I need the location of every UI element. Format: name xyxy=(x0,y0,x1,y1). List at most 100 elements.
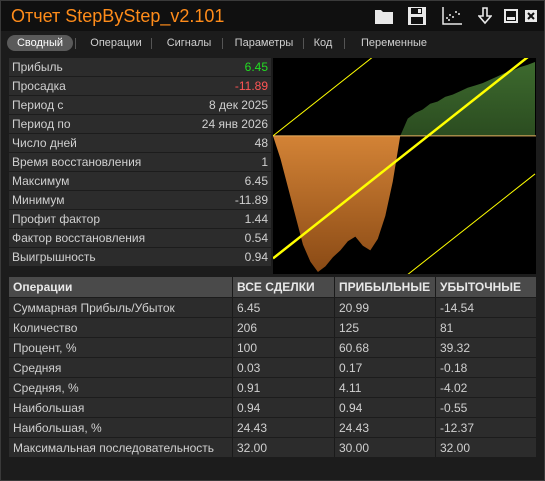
tab-divider xyxy=(222,38,223,49)
tab-code[interactable]: Код xyxy=(307,35,339,51)
cell-profitable: 60.68 xyxy=(339,340,370,355)
header-operations: Операции xyxy=(13,280,73,294)
report-window: Отчет StepByStep_v2.101 Сводный Операции… xyxy=(0,0,545,481)
stat-label: Период по xyxy=(12,117,71,131)
operations-table-header: Операции ВСЕ СДЕЛКИ ПРИБЫЛЬНЫЕ УБЫТОЧНЫЕ xyxy=(9,277,536,297)
cell-all: 100 xyxy=(237,340,258,355)
stat-row-win-rate: Выигрышность 0.94 xyxy=(9,248,271,266)
cell-losing: -12.37 xyxy=(440,420,475,435)
cell-all: 0.91 xyxy=(237,380,261,395)
cell-losing: 81 xyxy=(440,320,454,335)
table-row: Суммарная Прибыль/Убыток 6.45 20.99 -14.… xyxy=(9,298,536,317)
stat-value: 0.54 xyxy=(244,231,268,245)
stat-row-profit-factor: Профит фактор 1.44 xyxy=(9,210,271,228)
stat-label: Прибыль xyxy=(12,60,63,74)
stat-value: 24 янв 2026 xyxy=(201,117,268,131)
stat-row-drawdown: Просадка -11.89 xyxy=(9,77,271,95)
cell-all: 32.00 xyxy=(237,440,268,455)
cell-all: 0.94 xyxy=(237,400,261,415)
cell-profitable: 24.43 xyxy=(339,420,370,435)
cell-all: 6.45 xyxy=(237,300,261,315)
table-row: Максимальная последовательность 32.00 30… xyxy=(9,438,536,457)
chart-icon[interactable] xyxy=(441,5,463,27)
cell-losing: 32.00 xyxy=(440,440,471,455)
row-label: Средняя, % xyxy=(13,380,79,395)
cell-losing: 39.32 xyxy=(440,340,471,355)
download-icon[interactable] xyxy=(474,5,496,27)
tab-parameters[interactable]: Параметры xyxy=(225,35,303,51)
equity-chart xyxy=(272,0,536,382)
stat-label: Максимум xyxy=(12,174,70,188)
tab-divider xyxy=(151,38,152,49)
row-label: Наибольшая xyxy=(13,400,85,415)
tab-divider xyxy=(75,38,76,49)
cell-losing: -0.18 xyxy=(440,360,468,375)
cell-losing: -4.02 xyxy=(440,380,468,395)
stat-value: 1 xyxy=(261,155,268,169)
minimize-icon[interactable] xyxy=(500,5,522,27)
stat-row-recovery-factor: Фактор восстановления 0.54 xyxy=(9,229,271,247)
tab-operations[interactable]: Операции xyxy=(81,35,151,51)
stat-row-period-to: Период по 24 янв 2026 xyxy=(9,115,271,133)
cell-profitable: 30.00 xyxy=(339,440,370,455)
table-row: Средняя 0.03 0.17 -0.18 xyxy=(9,358,536,377)
table-row: Наибольшая, % 24.43 24.43 -12.37 xyxy=(9,418,536,437)
row-label: Средняя xyxy=(13,360,62,375)
stat-row-profit: Прибыль 6.45 xyxy=(9,58,271,76)
equity-chart-svg xyxy=(272,0,536,382)
header-profitable: ПРИБЫЛЬНЫЕ xyxy=(339,280,431,294)
stat-value: 1.44 xyxy=(244,212,268,226)
stat-value: -11.89 xyxy=(234,79,268,93)
tab-divider xyxy=(303,38,304,49)
table-row: Количество 206 125 81 xyxy=(9,318,536,337)
tab-divider xyxy=(344,38,345,49)
stat-row-days: Число дней 48 xyxy=(9,134,271,152)
tab-variables[interactable]: Переменные xyxy=(351,35,437,51)
stat-row-period-from: Период с 8 дек 2025 xyxy=(9,96,271,114)
cell-all: 206 xyxy=(237,320,258,335)
save-icon[interactable] xyxy=(406,5,428,27)
stat-label: Число дней xyxy=(12,136,77,150)
stat-value: 0.94 xyxy=(244,250,268,264)
cell-profitable: 0.17 xyxy=(339,360,363,375)
stat-label: Просадка xyxy=(12,79,66,93)
row-label: Количество xyxy=(13,320,78,335)
stat-label: Выигрышность xyxy=(12,250,96,264)
cell-profitable: 20.99 xyxy=(339,300,370,315)
stat-label: Профит фактор xyxy=(12,212,101,226)
stat-label: Период с xyxy=(12,98,64,112)
table-row: Средняя, % 0.91 4.11 -4.02 xyxy=(9,378,536,397)
profit-area xyxy=(400,62,535,136)
cell-profitable: 4.11 xyxy=(339,380,362,395)
loss-area xyxy=(273,135,401,272)
cell-all: 0.03 xyxy=(237,360,261,375)
stat-row-maximum: Максимум 6.45 xyxy=(9,172,271,190)
folder-icon[interactable] xyxy=(373,5,395,27)
stat-value: 6.45 xyxy=(244,174,268,188)
tab-summary[interactable]: Сводный xyxy=(7,35,73,51)
cell-all: 24.43 xyxy=(237,420,268,435)
row-label: Суммарная Прибыль/Убыток xyxy=(13,300,175,315)
cell-losing: -0.55 xyxy=(440,400,468,415)
window-title: Отчет StepByStep_v2.101 xyxy=(11,6,225,26)
cell-profitable: 125 xyxy=(339,320,360,335)
stat-row-minimum: Минимум -11.89 xyxy=(9,191,271,209)
cell-losing: -14.54 xyxy=(440,300,475,315)
tab-bar: Сводный Операции Сигналы Параметры Код П… xyxy=(1,31,544,55)
row-label: Максимальная последовательность xyxy=(13,440,215,455)
tab-signals[interactable]: Сигналы xyxy=(157,35,221,51)
stat-label: Минимум xyxy=(12,193,65,207)
header-all-trades: ВСЕ СДЕЛКИ xyxy=(237,280,315,294)
stat-value: 8 дек 2025 xyxy=(209,98,268,112)
stat-row-recovery-time: Время восстановления 1 xyxy=(9,153,271,171)
cell-profitable: 0.94 xyxy=(339,400,363,415)
close-icon[interactable] xyxy=(520,5,542,27)
row-label: Наибольшая, % xyxy=(13,420,102,435)
stat-value: -11.89 xyxy=(234,193,268,207)
stat-label: Фактор восстановления xyxy=(12,231,146,245)
stat-value: 6.45 xyxy=(244,60,268,74)
table-row: Наибольшая 0.94 0.94 -0.55 xyxy=(9,398,536,417)
header-losing: УБЫТОЧНЫЕ xyxy=(440,280,522,294)
stat-value: 48 xyxy=(254,136,268,150)
table-row: Процент, % 100 60.68 39.32 xyxy=(9,338,536,357)
